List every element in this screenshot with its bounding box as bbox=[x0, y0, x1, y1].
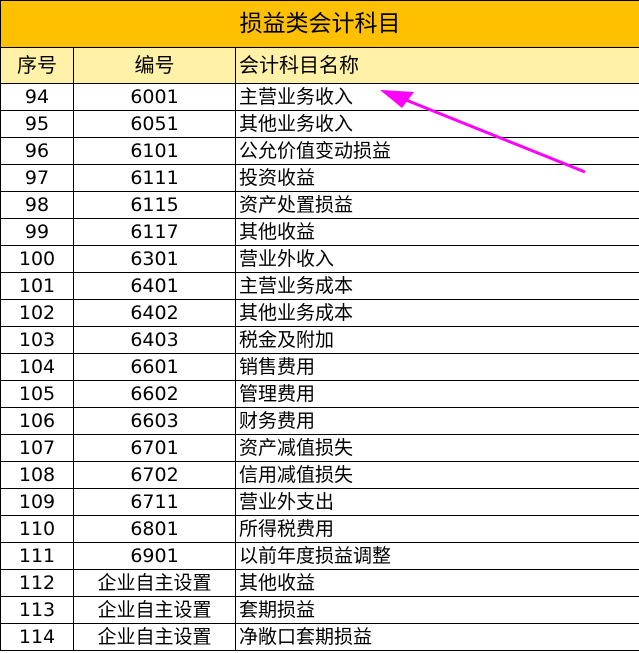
cell-code[interactable]: 企业自主设置 bbox=[73, 569, 236, 597]
cell-code[interactable]: 6711 bbox=[73, 488, 236, 516]
cell-name[interactable]: 所得税费用 bbox=[235, 515, 639, 543]
table-row: 94 6001 主营业务收入 bbox=[0, 83, 639, 111]
cell-code[interactable]: 企业自主设置 bbox=[73, 623, 236, 651]
table-title[interactable]: 损益类会计科目 bbox=[0, 0, 639, 48]
header-index[interactable]: 序号 bbox=[0, 47, 74, 84]
cell-code[interactable]: 6801 bbox=[73, 515, 236, 543]
cell-index[interactable]: 97 bbox=[0, 164, 74, 192]
cell-name[interactable]: 投资收益 bbox=[235, 164, 639, 192]
cell-code[interactable]: 6001 bbox=[73, 83, 236, 111]
cell-name[interactable]: 公允价值变动损益 bbox=[235, 137, 639, 165]
cell-index[interactable]: 104 bbox=[0, 353, 74, 381]
cell-index[interactable]: 99 bbox=[0, 218, 74, 246]
cell-name[interactable]: 信用减值损失 bbox=[235, 461, 639, 489]
cell-code[interactable]: 6301 bbox=[73, 245, 236, 273]
table-row: 107 6701 资产减值损失 bbox=[0, 434, 639, 462]
cell-code[interactable]: 6702 bbox=[73, 461, 236, 489]
cell-index[interactable]: 107 bbox=[0, 434, 74, 462]
cell-index[interactable]: 109 bbox=[0, 488, 74, 516]
cell-index[interactable]: 101 bbox=[0, 272, 74, 300]
cell-index[interactable]: 94 bbox=[0, 83, 74, 111]
table-row: 103 6403 税金及附加 bbox=[0, 326, 639, 354]
table-row: 99 6117 其他收益 bbox=[0, 218, 639, 246]
table-row: 111 6901 以前年度损益调整 bbox=[0, 542, 639, 570]
table-row: 102 6402 其他业务成本 bbox=[0, 299, 639, 327]
table-row: 96 6101 公允价值变动损益 bbox=[0, 137, 639, 165]
table-row: 112 企业自主设置 其他收益 bbox=[0, 569, 639, 597]
cell-code[interactable]: 6111 bbox=[73, 164, 236, 192]
cell-code[interactable]: 6101 bbox=[73, 137, 236, 165]
cell-name[interactable]: 资产减值损失 bbox=[235, 434, 639, 462]
cell-name[interactable]: 净敞口套期损益 bbox=[235, 623, 639, 651]
cell-index[interactable]: 111 bbox=[0, 542, 74, 570]
cell-index[interactable]: 106 bbox=[0, 407, 74, 435]
cell-name[interactable]: 营业外收入 bbox=[235, 245, 639, 273]
cell-name[interactable]: 管理费用 bbox=[235, 380, 639, 408]
cell-code[interactable]: 6601 bbox=[73, 353, 236, 381]
table-row: 95 6051 其他业务收入 bbox=[0, 110, 639, 138]
cell-name[interactable]: 套期损益 bbox=[235, 596, 639, 624]
cell-name[interactable]: 以前年度损益调整 bbox=[235, 542, 639, 570]
table-row: 97 6111 投资收益 bbox=[0, 164, 639, 192]
cell-index[interactable]: 95 bbox=[0, 110, 74, 138]
cell-code[interactable]: 企业自主设置 bbox=[73, 596, 236, 624]
cell-code[interactable]: 6115 bbox=[73, 191, 236, 219]
table-row: 101 6401 主营业务成本 bbox=[0, 272, 639, 300]
table-row: 114 企业自主设置 净敞口套期损益 bbox=[0, 623, 639, 651]
cell-name[interactable]: 其他业务收入 bbox=[235, 110, 639, 138]
cell-name[interactable]: 其他收益 bbox=[235, 218, 639, 246]
cell-index[interactable]: 113 bbox=[0, 596, 74, 624]
cell-index[interactable]: 105 bbox=[0, 380, 74, 408]
accounts-table: 损益类会计科目 序号 编号 会计科目名称 94 6001 主营业务收入 95 6051 其… bbox=[0, 0, 639, 651]
cell-name[interactable]: 资产处置损益 bbox=[235, 191, 639, 219]
cell-code[interactable]: 6051 bbox=[73, 110, 236, 138]
spreadsheet: 损益类会计科目 序号 编号 会计科目名称 94 6001 主营业务收入 95 6051 其… bbox=[0, 0, 639, 653]
header-row: 序号 编号 会计科目名称 bbox=[0, 47, 639, 84]
header-code[interactable]: 编号 bbox=[73, 47, 236, 84]
cell-name[interactable]: 营业外支出 bbox=[235, 488, 639, 516]
table-row: 100 6301 营业外收入 bbox=[0, 245, 639, 273]
cell-name[interactable]: 其他收益 bbox=[235, 569, 639, 597]
cell-index[interactable]: 96 bbox=[0, 137, 74, 165]
cell-code[interactable]: 6117 bbox=[73, 218, 236, 246]
cell-name[interactable]: 其他业务成本 bbox=[235, 299, 639, 327]
table-row: 108 6702 信用减值损失 bbox=[0, 461, 639, 489]
table-row: 105 6602 管理费用 bbox=[0, 380, 639, 408]
cell-index[interactable]: 102 bbox=[0, 299, 74, 327]
cell-code[interactable]: 6403 bbox=[73, 326, 236, 354]
cell-index[interactable]: 114 bbox=[0, 623, 74, 651]
cell-code[interactable]: 6603 bbox=[73, 407, 236, 435]
cell-name[interactable]: 税金及附加 bbox=[235, 326, 639, 354]
cell-code[interactable]: 6701 bbox=[73, 434, 236, 462]
cell-index[interactable]: 98 bbox=[0, 191, 74, 219]
table-row: 98 6115 资产处置损益 bbox=[0, 191, 639, 219]
table-row: 104 6601 销售费用 bbox=[0, 353, 639, 381]
table-row: 109 6711 营业外支出 bbox=[0, 488, 639, 516]
table-row: 106 6603 财务费用 bbox=[0, 407, 639, 435]
header-name[interactable]: 会计科目名称 bbox=[235, 47, 639, 84]
cell-name[interactable]: 主营业务成本 bbox=[235, 272, 639, 300]
cell-index[interactable]: 110 bbox=[0, 515, 74, 543]
cell-code[interactable]: 6901 bbox=[73, 542, 236, 570]
cell-index[interactable]: 108 bbox=[0, 461, 74, 489]
cell-index[interactable]: 112 bbox=[0, 569, 74, 597]
cell-code[interactable]: 6402 bbox=[73, 299, 236, 327]
cell-name[interactable]: 销售费用 bbox=[235, 353, 639, 381]
cell-index[interactable]: 100 bbox=[0, 245, 74, 273]
cell-name[interactable]: 主营业务收入 bbox=[235, 83, 639, 111]
cell-index[interactable]: 103 bbox=[0, 326, 74, 354]
cell-code[interactable]: 6401 bbox=[73, 272, 236, 300]
cell-code[interactable]: 6602 bbox=[73, 380, 236, 408]
cell-name[interactable]: 财务费用 bbox=[235, 407, 639, 435]
table-row: 113 企业自主设置 套期损益 bbox=[0, 596, 639, 624]
table-row: 110 6801 所得税费用 bbox=[0, 515, 639, 543]
